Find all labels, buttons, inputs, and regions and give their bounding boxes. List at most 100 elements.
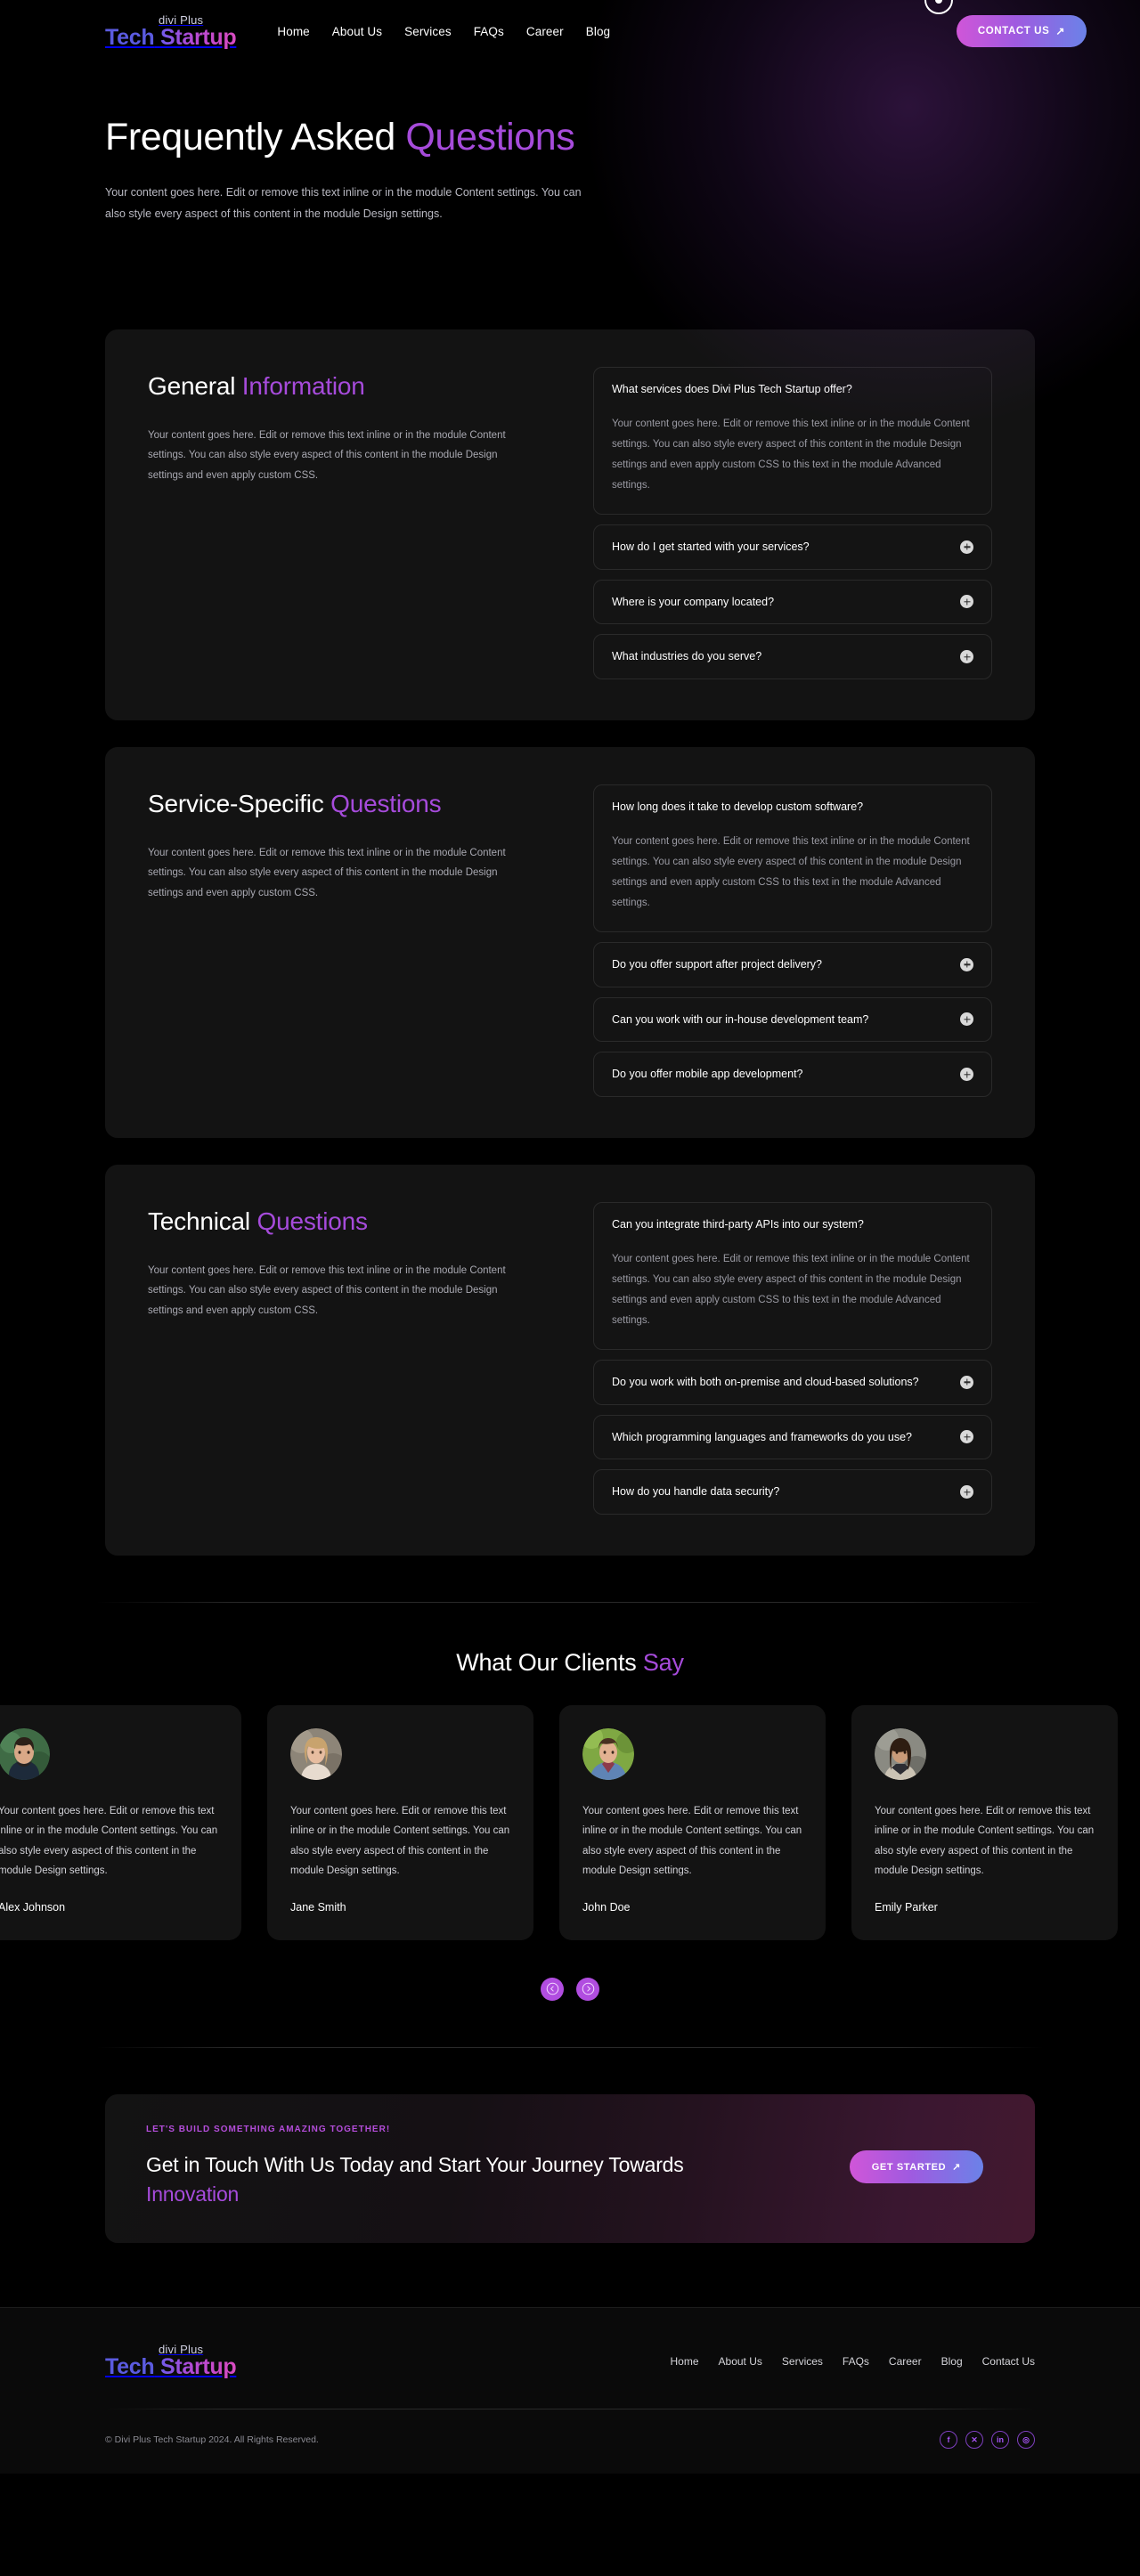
carousel-prev-button[interactable] (541, 1977, 564, 2001)
faq-category-title: General Information (148, 372, 575, 401)
instagram-icon[interactable]: ◎ (1017, 2431, 1035, 2450)
footer-nav-item-home[interactable]: Home (671, 2355, 699, 2368)
get-started-button[interactable]: GET STARTED ↗ (849, 2150, 983, 2184)
carousel-next-button[interactable] (576, 1977, 599, 2001)
faq-accordion-header[interactable]: Which programming languages and framewor… (612, 1429, 973, 1446)
testimonials-carousel[interactable]: Your content goes here. Edit or remove t… (0, 1705, 1140, 1940)
carousel-nav (0, 1977, 1140, 2001)
faq-question-text: Which programming languages and framewor… (612, 1430, 912, 1443)
footer-nav-item-faqs[interactable]: FAQs (843, 2355, 869, 2368)
nav-item-faqs[interactable]: FAQs (474, 25, 504, 38)
faq-question-text: What industries do you serve? (612, 650, 762, 663)
facebook-icon[interactable]: f (940, 2431, 957, 2450)
faq-answer-text: Your content goes here. Edit or remove t… (612, 1253, 970, 1326)
faq-question-text: How do you handle data security? (612, 1485, 780, 1499)
footer-nav-item-services[interactable]: Services (782, 2355, 823, 2368)
faq-category-card: General Information Your content goes her… (105, 329, 1035, 720)
plus-circle-icon[interactable] (960, 1375, 973, 1389)
plus-circle-icon[interactable] (960, 1012, 973, 1027)
nav-item-home[interactable]: Home (277, 25, 309, 38)
faq-accordion-item[interactable]: How long does it take to develop custom … (593, 784, 992, 932)
avatar (582, 1728, 634, 1780)
footer-nav-item-about-us[interactable]: About Us (719, 2355, 762, 2368)
faq-accordion-list: What services does Divi Plus Tech Startu… (593, 365, 992, 679)
faq-accordion-header[interactable]: Do you offer mobile app development? (612, 1066, 973, 1083)
faq-question-text: Can you integrate third-party APIs into … (612, 1218, 864, 1231)
faq-accordion-item[interactable]: How do you handle data security? (593, 1469, 992, 1515)
faq-question-text: Where is your company located? (612, 595, 775, 608)
avatar-image (290, 1728, 342, 1780)
logo-title: Tech Startup (105, 24, 237, 50)
linkedin-icon[interactable]: in (991, 2431, 1009, 2450)
faq-accordion-header[interactable]: Where is your company located? (612, 594, 973, 611)
cta-title: Get in Touch With Us Today and Start You… (146, 2150, 716, 2210)
section-divider-1 (96, 1602, 1044, 1603)
footer-nav-item-contact-us[interactable]: Contact Us (982, 2355, 1035, 2368)
faq-accordion-header[interactable]: Can you work with our in-house developme… (612, 1012, 973, 1028)
scroll-indicator-badge[interactable] (924, 0, 953, 14)
nav-item-services[interactable]: Services (404, 25, 452, 38)
faq-category-title-accent: Questions (330, 790, 442, 817)
plus-circle-icon[interactable] (960, 957, 973, 971)
faq-accordion-header[interactable]: How long does it take to develop custom … (612, 799, 973, 816)
nav-item-about-us[interactable]: About Us (332, 25, 382, 38)
faq-accordion-header[interactable]: Can you integrate third-party APIs into … (612, 1216, 973, 1233)
footer-logo-word-startup: Startup (159, 2354, 237, 2380)
faq-answer-text: Your content goes here. Edit or remove t… (612, 418, 970, 491)
site-logo[interactable]: divi Plus Tech Startup (105, 14, 237, 50)
faq-accordion-item[interactable]: Do you offer mobile app development? (593, 1052, 992, 1097)
faq-accordion-item[interactable]: Where is your company located? (593, 579, 992, 625)
page-title-plain: Frequently Asked (105, 116, 406, 158)
plus-circle-icon[interactable] (960, 1485, 973, 1499)
plus-circle-icon[interactable] (960, 595, 973, 609)
cta-banner: LET'S BUILD SOMETHING AMAZING TOGETHER! … (105, 2093, 1035, 2244)
chevron-left-icon (546, 1982, 558, 1995)
arrow-up-right-icon: ↗ (1055, 25, 1065, 37)
faq-accordion-item[interactable]: Can you work with our in-house developme… (593, 996, 992, 1043)
footer-nav-item-career[interactable]: Career (889, 2355, 922, 2368)
faq-category-description: Your content goes here. Edit or remove t… (148, 848, 506, 898)
testimonial-author-name: Jane Smith (290, 1900, 346, 1914)
plus-circle-icon[interactable] (960, 1068, 973, 1082)
faq-accordion-item[interactable]: How do I get started with your services? (593, 524, 992, 570)
logo-word-tech: Tech (105, 24, 155, 50)
site-footer: divi Plus Tech Startup Home About Us Servi… (0, 2307, 1140, 2474)
faq-question-text: Do you work with both on-premise and clo… (612, 1375, 919, 1388)
faq-accordion-item[interactable]: Can you integrate third-party APIs into … (593, 1202, 992, 1350)
faq-accordion-item[interactable]: What industries do you serve? (593, 634, 992, 679)
faq-accordion-header[interactable]: What industries do you serve? (612, 648, 973, 665)
footer-logo-word-tech: Tech (105, 2354, 155, 2380)
header-actions: CONTACT US ↗ (956, 15, 1087, 47)
faq-accordion-list: Can you integrate third-party APIs into … (593, 1200, 992, 1515)
avatar-image (0, 1728, 50, 1780)
faq-accordion-header[interactable]: Do you offer support after project deliv… (612, 956, 973, 973)
faq-accordion-header[interactable]: How do you handle data security? (612, 1483, 973, 1500)
contact-us-button[interactable]: CONTACT US ↗ (956, 15, 1087, 47)
footer-nav-item-blog[interactable]: Blog (941, 2355, 963, 2368)
faq-accordion-header[interactable]: Do you work with both on-premise and clo… (612, 1374, 973, 1391)
copyright-text: © Divi Plus Tech Startup 2024. All Right… (105, 2434, 319, 2446)
plus-circle-icon[interactable] (960, 540, 973, 554)
footer-logo[interactable]: divi Plus Tech Startup (105, 2344, 237, 2380)
nav-item-career[interactable]: Career (526, 25, 564, 38)
testimonial-text: Your content goes here. Edit or remove t… (875, 1806, 1095, 1877)
x-twitter-icon[interactable]: ✕ (965, 2431, 983, 2450)
nav-item-blog[interactable]: Blog (586, 25, 610, 38)
plus-circle-icon[interactable] (960, 1430, 973, 1444)
testimonial-author-name: Alex Johnson (0, 1900, 66, 1914)
testimonials-section: What Our Clients Say Your content goes h… (0, 1649, 1140, 2001)
faq-category-intro: Technical Questions Your content goes her… (148, 1200, 575, 1515)
testimonial-card: Your content goes here. Edit or remove t… (267, 1705, 533, 1940)
plus-circle-icon[interactable] (960, 650, 973, 664)
faq-accordion-item[interactable]: Do you work with both on-premise and clo… (593, 1359, 992, 1405)
faq-accordion-header[interactable]: What services does Divi Plus Tech Startu… (612, 381, 973, 398)
faq-category-title: Service-Specific Questions (148, 790, 575, 818)
cta-content: LET'S BUILD SOMETHING AMAZING TOGETHER! … (146, 2125, 832, 2210)
faq-accordion-item[interactable]: What services does Divi Plus Tech Startu… (593, 367, 992, 515)
faq-question-text: Can you work with our in-house developme… (612, 1012, 869, 1026)
faq-accordion-header[interactable]: How do I get started with your services? (612, 539, 973, 556)
footer-bottom: © Divi Plus Tech Startup 2024. All Right… (105, 2409, 1035, 2474)
faq-accordion-item[interactable]: Which programming languages and framewor… (593, 1414, 992, 1460)
faq-accordion-item[interactable]: Do you offer support after project deliv… (593, 941, 992, 987)
faq-answer-text: Your content goes here. Edit or remove t… (612, 835, 970, 908)
